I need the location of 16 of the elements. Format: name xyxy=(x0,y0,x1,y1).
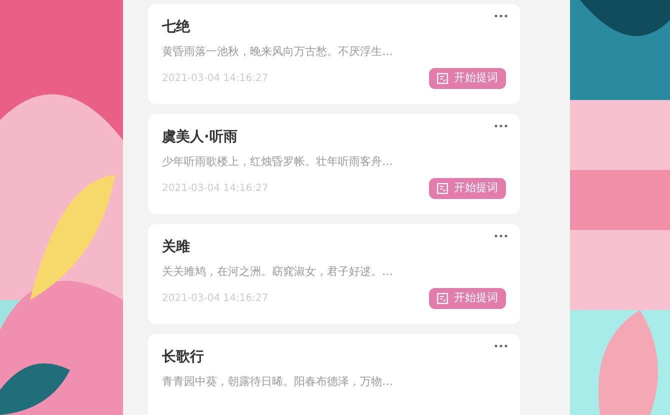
poem-excerpt: 关关雎鸠，在河之洲。窈窕淑女，君子好逑。… xyxy=(162,264,394,280)
document-icon xyxy=(437,72,448,84)
poem-excerpt: 青青园中葵，朝露待日晞。阳春布德泽，万物… xyxy=(162,374,394,390)
more-icon[interactable] xyxy=(494,14,508,18)
poem-card[interactable]: 长歌行 青青园中葵，朝露待日晞。阳春布德泽，万物… xyxy=(148,334,520,415)
poem-title: 关雎 xyxy=(162,238,190,257)
more-icon[interactable] xyxy=(494,344,508,348)
more-icon[interactable] xyxy=(494,124,508,128)
poem-title: 虞美人·听雨 xyxy=(162,128,238,147)
poem-excerpt: 黄昏雨落一池秋，晚来风向万古愁。不厌浮生… xyxy=(162,44,394,60)
poem-title: 长歌行 xyxy=(162,348,204,367)
document-icon xyxy=(437,292,448,304)
more-icon[interactable] xyxy=(494,234,508,238)
poem-title: 七绝 xyxy=(162,18,190,37)
document-icon xyxy=(437,182,448,194)
poem-excerpt: 少年听雨歌楼上，红烛昏罗帐。壮年听雨客舟… xyxy=(162,154,394,170)
